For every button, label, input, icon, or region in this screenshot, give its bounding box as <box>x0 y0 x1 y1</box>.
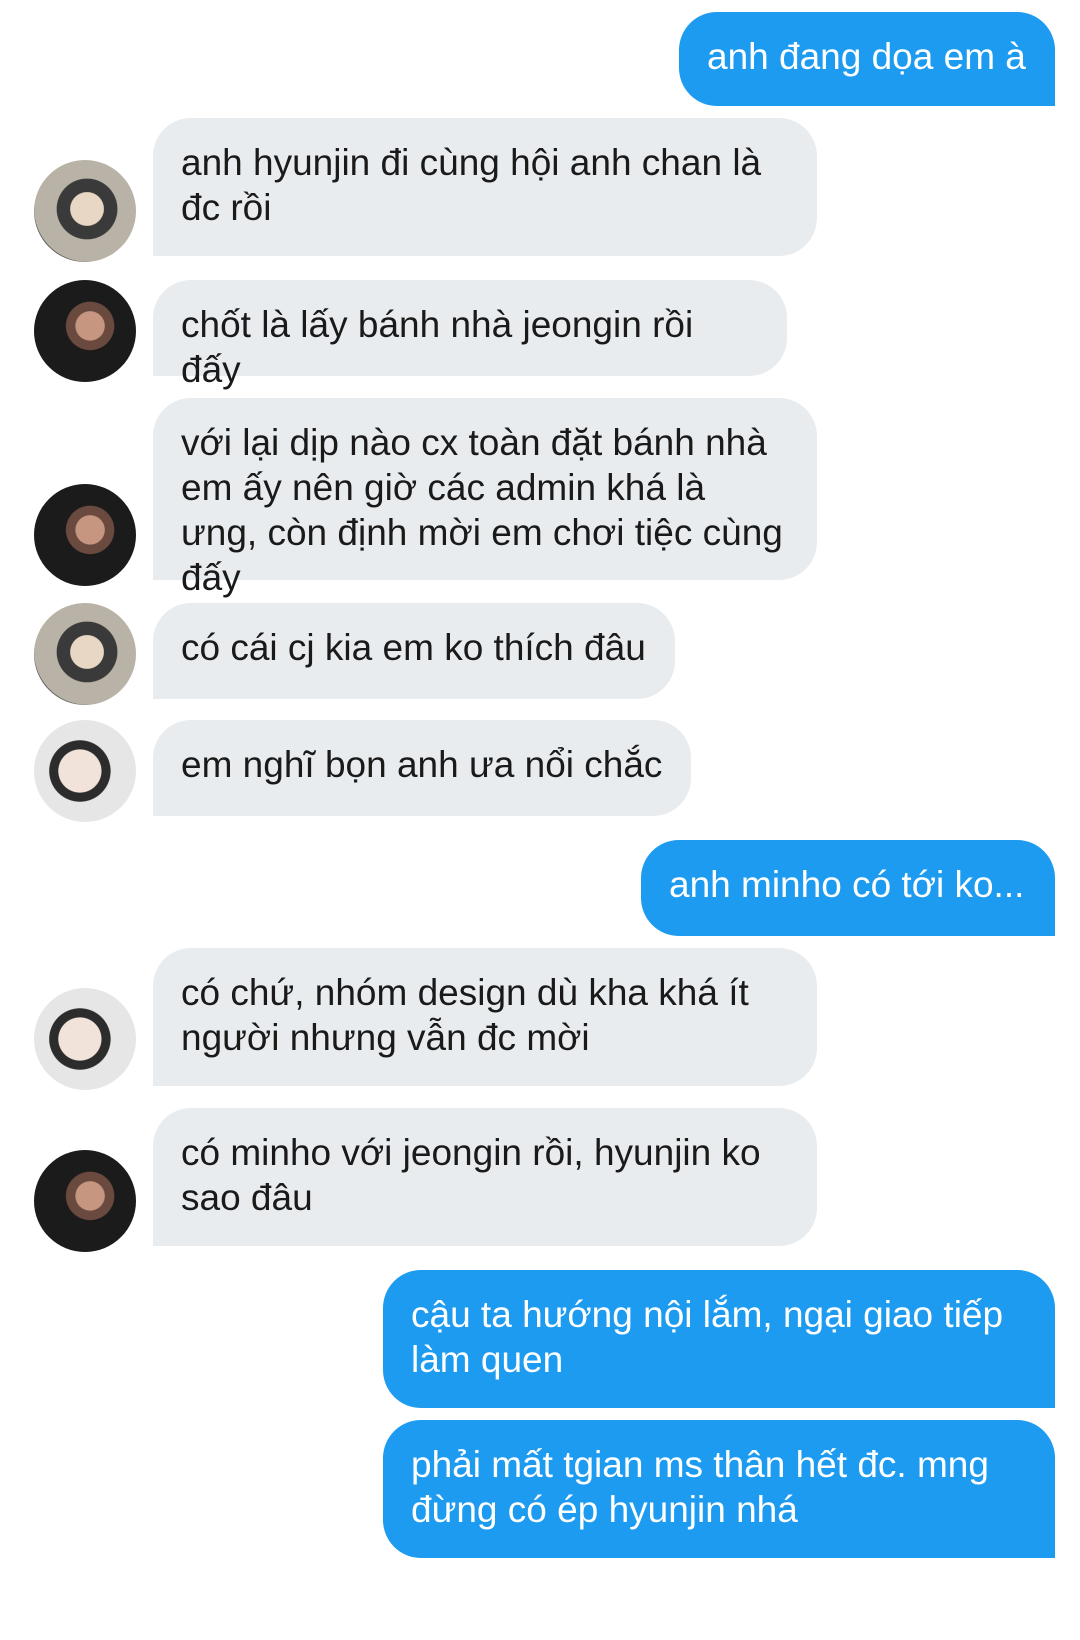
message-bubble-in[interactable]: với lại dịp nào cx toàn đặt bánh nhà em … <box>153 398 817 598</box>
message-bubble-out[interactable]: anh đang dọa em à <box>679 12 1055 106</box>
avatar[interactable] <box>34 603 136 705</box>
message-bubble-in[interactable]: có minho với jeongin rồi, hyunjin ko sao… <box>153 1108 817 1246</box>
avatar[interactable] <box>34 720 136 822</box>
message-bubble-in[interactable]: chốt là lấy bánh nhà jeongin rồi đấy <box>153 280 787 390</box>
avatar[interactable] <box>34 1150 136 1252</box>
message-bubble-in[interactable]: em nghĩ bọn anh ưa nổi chắc <box>153 720 691 816</box>
message-bubble-in[interactable]: có chứ, nhóm design dù kha khá ít người … <box>153 948 817 1086</box>
avatar[interactable] <box>34 160 136 262</box>
avatar[interactable] <box>34 988 136 1090</box>
avatar[interactable] <box>34 484 136 586</box>
avatar[interactable] <box>34 280 136 382</box>
message-bubble-in[interactable]: có cái cj kia em ko thích đâu <box>153 603 675 699</box>
message-bubble-out[interactable]: cậu ta hướng nội lắm, ngại giao tiếp làm… <box>383 1270 1055 1408</box>
message-bubble-out[interactable]: phải mất tgian ms thân hết đc. mng đừng … <box>383 1420 1055 1558</box>
message-bubble-in[interactable]: anh hyunjin đi cùng hội anh chan là đc r… <box>153 118 817 256</box>
message-bubble-out[interactable]: anh minho có tới ko... <box>641 840 1055 936</box>
